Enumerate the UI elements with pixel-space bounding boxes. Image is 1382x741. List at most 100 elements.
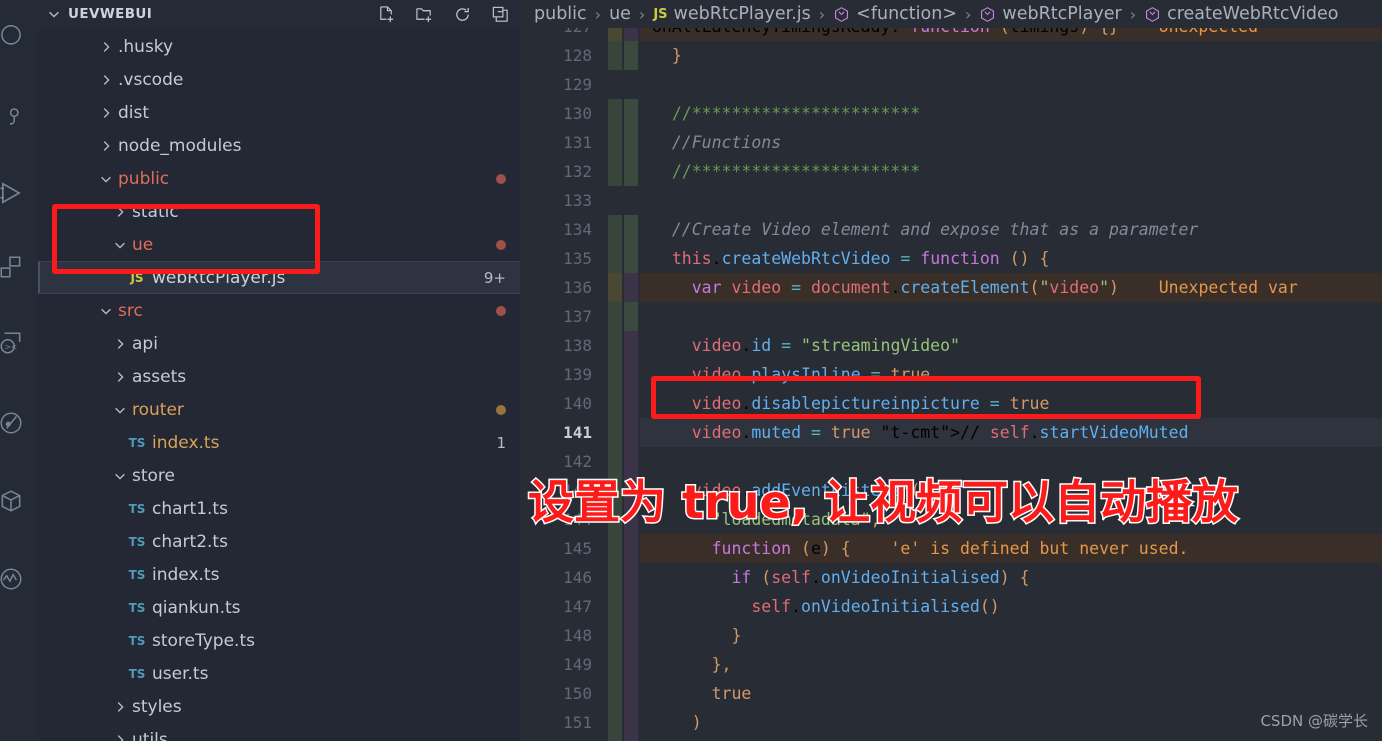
- tree-folder-api[interactable]: api: [38, 327, 520, 360]
- breadcrumb[interactable]: public › ue › JS webRtcPlayer.js › <function> › w…: [520, 0, 1382, 28]
- breadcrumb-item-webrtcplayer[interactable]: webRtcPlayer: [979, 4, 1122, 24]
- gutter-decoration: [608, 737, 622, 741]
- chevron-right-icon[interactable]: [110, 733, 130, 741]
- chevron-down-icon[interactable]: [110, 403, 130, 417]
- gutter-decoration: [624, 708, 638, 737]
- run-debug-icon[interactable]: [0, 170, 34, 216]
- code-line[interactable]: 140 video.disablepictureinpicture = true: [520, 389, 1382, 418]
- code-line[interactable]: 146 if (self.onVideoInitialised) {: [520, 563, 1382, 592]
- chevron-right-icon[interactable]: [96, 106, 116, 120]
- tree-folder-public[interactable]: public: [38, 162, 520, 195]
- chevron-down-icon[interactable]: [96, 304, 116, 318]
- search-icon[interactable]: [0, 14, 34, 60]
- tree-folder-dist[interactable]: dist: [38, 96, 520, 129]
- code-line[interactable]: 138 video.id = "streamingVideo": [520, 331, 1382, 360]
- source-control-icon[interactable]: [0, 94, 34, 140]
- chevron-right-icon[interactable]: [110, 700, 130, 714]
- tree-folder--vscode[interactable]: .vscode: [38, 63, 520, 96]
- line-text: if (self.onVideoInitialised) {: [731, 568, 1030, 587]
- tree-file-qiankun-ts[interactable]: TS qiankun.ts: [38, 591, 520, 624]
- test-icon[interactable]: [0, 400, 34, 446]
- tree-file-index-ts[interactable]: TS index.ts: [38, 558, 520, 591]
- code-line[interactable]: 149 },: [520, 650, 1382, 679]
- chevron-down-icon[interactable]: [110, 238, 130, 252]
- code-line[interactable]: 151 ): [520, 708, 1382, 737]
- new-folder-icon[interactable]: [414, 4, 434, 24]
- gutter-decoration: [624, 331, 638, 360]
- chevron-right-icon[interactable]: [110, 337, 130, 351]
- tree-folder-utils[interactable]: utils: [38, 723, 520, 741]
- chevron-right-icon[interactable]: [96, 40, 116, 54]
- line-number: 136: [563, 278, 592, 297]
- code-line[interactable]: 150 true: [520, 679, 1382, 708]
- breadcrumb-separator: ›: [818, 4, 826, 24]
- collapse-all-icon[interactable]: [490, 4, 510, 24]
- line-number: 138: [563, 336, 592, 355]
- tree-folder-styles[interactable]: styles: [38, 690, 520, 723]
- chevron-right-icon[interactable]: [96, 139, 116, 153]
- activity-monitor-icon[interactable]: [0, 556, 34, 602]
- code-line[interactable]: 136 var video = document.createElement("…: [520, 273, 1382, 302]
- tree-folder-node-modules[interactable]: node_modules: [38, 129, 520, 162]
- code-line[interactable]: 130 //***********************: [520, 99, 1382, 128]
- chevron-right-icon[interactable]: [110, 205, 130, 219]
- chevron-right-icon[interactable]: [110, 370, 130, 384]
- tree-item-label: webRtcPlayer.js: [152, 267, 286, 288]
- new-file-icon[interactable]: [376, 4, 396, 24]
- extensions-icon[interactable]: [0, 244, 34, 290]
- code-line[interactable]: 147 self.onVideoInitialised(): [520, 592, 1382, 621]
- breadcrumb-item-ue[interactable]: ue: [609, 4, 631, 24]
- tree-folder-store[interactable]: store: [38, 459, 520, 492]
- breadcrumb-separator: ›: [638, 4, 646, 24]
- code-line[interactable]: 139 video.playsInline = true: [520, 360, 1382, 389]
- code-line[interactable]: 133: [520, 186, 1382, 215]
- gutter-decoration: [624, 157, 638, 186]
- gutter-decoration: [624, 592, 638, 621]
- tree-folder--husky[interactable]: .husky: [38, 30, 520, 63]
- tree-file-chart1-ts[interactable]: TS chart1.ts: [38, 492, 520, 525]
- chevron-right-icon[interactable]: [96, 73, 116, 87]
- code-line[interactable]: 148 }: [520, 621, 1382, 650]
- tree-file-chart2-ts[interactable]: TS chart2.ts: [38, 525, 520, 558]
- code-line[interactable]: 128 }: [520, 41, 1382, 70]
- breadcrumb-label: createWebRtcVideo: [1167, 4, 1339, 24]
- breadcrumb-item-public[interactable]: public: [534, 4, 587, 24]
- tree-file-storetype-ts[interactable]: TS storeType.ts: [38, 624, 520, 657]
- line-number: 140: [563, 394, 592, 413]
- code-line[interactable]: 145 function (e) { 'e' is defined but ne…: [520, 534, 1382, 563]
- file-tree[interactable]: .husky .vscode dist node_modules public stati…: [38, 28, 520, 741]
- code-line[interactable]: 131 //Functions: [520, 128, 1382, 157]
- chevron-down-icon[interactable]: [110, 469, 130, 483]
- tree-folder-router[interactable]: router: [38, 393, 520, 426]
- code-line[interactable]: 134 //Create Video element and expose th…: [520, 215, 1382, 244]
- refresh-icon[interactable]: [452, 4, 472, 24]
- tree-file-user-ts[interactable]: TS user.ts: [38, 657, 520, 690]
- tree-folder-src[interactable]: src: [38, 294, 520, 327]
- code-content[interactable]: 127onAllLatencyTimingsReady: function (t…: [520, 12, 1382, 741]
- code-line[interactable]: 137: [520, 302, 1382, 331]
- code-line[interactable]: 135 this.createWebRtcVideo = function ()…: [520, 244, 1382, 273]
- tree-folder-assets[interactable]: assets: [38, 360, 520, 393]
- breadcrumb-item-webrtcplayerjs[interactable]: JS webRtcPlayer.js: [653, 4, 810, 24]
- tree-folder-ue[interactable]: ue: [38, 228, 520, 261]
- line-number: 141: [563, 423, 592, 442]
- tree-item-label: store: [132, 465, 175, 486]
- tree-item-label: index.ts: [152, 564, 220, 585]
- breadcrumb-item-function[interactable]: <function>: [833, 4, 957, 24]
- chevron-down-icon[interactable]: [44, 7, 64, 21]
- code-line[interactable]: 152: [520, 737, 1382, 741]
- tree-folder-static[interactable]: static: [38, 195, 520, 228]
- svg-text:><: ><: [4, 343, 17, 352]
- tree-file-index-ts[interactable]: TS index.ts 1: [38, 426, 520, 459]
- chevron-down-icon[interactable]: [96, 172, 116, 186]
- breadcrumb-item-createwebrtcvideo[interactable]: createWebRtcVideo: [1144, 4, 1339, 24]
- line-number: 137: [563, 307, 592, 326]
- code-line[interactable]: 132 //***********************: [520, 157, 1382, 186]
- code-line[interactable]: 141 video.muted = true "t-cmt">// self.s…: [520, 418, 1382, 447]
- tree-file-webrtcplayer-js[interactable]: JS webRtcPlayer.js 9+: [38, 261, 520, 294]
- tree-item-label: dist: [118, 102, 150, 123]
- ts-file-icon: TS: [128, 633, 146, 648]
- code-line[interactable]: 129: [520, 70, 1382, 99]
- package-icon[interactable]: [0, 478, 34, 524]
- remote-explorer-icon[interactable]: ><: [0, 320, 34, 366]
